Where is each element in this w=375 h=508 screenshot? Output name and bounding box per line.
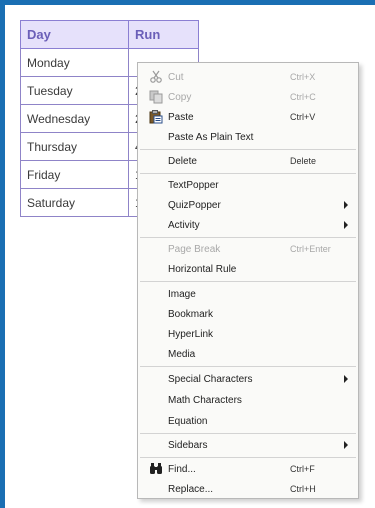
menu-item-quizpopper[interactable]: QuizPopper xyxy=(138,195,358,215)
menu-item-media[interactable]: Media xyxy=(138,344,358,364)
cell-day[interactable]: Saturday xyxy=(20,188,129,217)
menu-separator xyxy=(140,281,356,282)
submenu-arrow-icon xyxy=(344,221,348,229)
menu-item-replace[interactable]: Replace... Ctrl+H xyxy=(138,479,358,499)
submenu-arrow-icon xyxy=(344,375,348,383)
menu-item-copy[interactable]: Copy Ctrl+C xyxy=(138,87,358,107)
menu-separator xyxy=(140,149,356,150)
menu-item-shortcut: Delete xyxy=(290,156,317,166)
menu-item-hyperlink[interactable]: HyperLink xyxy=(138,324,358,344)
menu-separator xyxy=(140,237,356,238)
menu-item-label: TextPopper xyxy=(168,179,219,191)
menu-separator xyxy=(140,433,356,434)
menu-item-label: Sidebars xyxy=(168,439,208,451)
menu-item-label: Copy xyxy=(168,91,192,103)
binoculars-icon xyxy=(150,463,162,474)
menu-item-label: Math Characters xyxy=(168,394,242,406)
menu-item-label: Horizontal Rule xyxy=(168,263,237,275)
cell-day[interactable]: Wednesday xyxy=(20,104,129,133)
menu-item-shortcut: Ctrl+H xyxy=(290,484,316,494)
menu-item-equation[interactable]: Equation xyxy=(138,411,358,431)
cell-day[interactable]: Friday xyxy=(20,160,129,189)
menu-item-sidebars[interactable]: Sidebars xyxy=(138,435,358,455)
menu-item-find[interactable]: Find... Ctrl+F xyxy=(138,459,358,479)
menu-item-label: Special Characters xyxy=(168,373,253,385)
menu-item-math-characters[interactable]: Math Characters xyxy=(138,390,358,410)
menu-item-label: Image xyxy=(168,288,196,300)
menu-item-label: Bookmark xyxy=(168,308,214,320)
menu-separator xyxy=(140,173,356,174)
menu-item-activity[interactable]: Activity xyxy=(138,215,358,235)
menu-item-label: Delete xyxy=(168,155,197,167)
window-frame-top xyxy=(0,0,375,5)
menu-item-label: Paste xyxy=(168,111,194,123)
menu-item-textpopper[interactable]: TextPopper xyxy=(138,175,358,195)
cell-day[interactable]: Thursday xyxy=(20,132,129,161)
menu-item-label: Media xyxy=(168,348,196,360)
menu-item-shortcut: Ctrl+C xyxy=(290,92,316,102)
menu-item-label: Activity xyxy=(168,219,200,231)
clipboard-icon xyxy=(149,110,163,124)
menu-item-label: Page Break xyxy=(168,243,221,255)
menu-item-label: Equation xyxy=(168,415,208,427)
table-header-row: Day Run xyxy=(20,20,199,49)
menu-item-shortcut: Ctrl+Enter xyxy=(290,244,331,254)
menu-item-paste-plain-text[interactable]: Paste As Plain Text xyxy=(138,127,358,147)
menu-item-cut[interactable]: Cut Ctrl+X xyxy=(138,67,358,87)
menu-item-shortcut: Ctrl+V xyxy=(290,112,316,122)
menu-item-special-characters[interactable]: Special Characters xyxy=(138,369,358,389)
menu-item-horizontal-rule[interactable]: Horizontal Rule xyxy=(138,259,358,279)
window-frame-left xyxy=(0,0,5,508)
submenu-arrow-icon xyxy=(344,441,348,449)
header-day[interactable]: Day xyxy=(20,20,129,49)
menu-item-label: Find... xyxy=(168,463,196,475)
cell-day[interactable]: Monday xyxy=(20,48,129,77)
menu-item-delete[interactable]: Delete Delete xyxy=(138,151,358,171)
copy-icon xyxy=(149,90,163,104)
submenu-arrow-icon xyxy=(344,201,348,209)
header-run[interactable]: Run xyxy=(128,20,199,49)
menu-item-label: Cut xyxy=(168,71,184,83)
menu-item-shortcut: Ctrl+X xyxy=(290,72,316,82)
menu-item-paste[interactable]: Paste Ctrl+V xyxy=(138,107,358,127)
menu-item-label: HyperLink xyxy=(168,328,214,340)
menu-item-shortcut: Ctrl+F xyxy=(290,464,315,474)
menu-item-bookmark[interactable]: Bookmark xyxy=(138,304,358,324)
menu-separator xyxy=(140,366,356,367)
menu-item-image[interactable]: Image xyxy=(138,284,358,304)
menu-item-page-break[interactable]: Page Break Ctrl+Enter xyxy=(138,239,358,259)
menu-separator xyxy=(140,457,356,458)
cell-day[interactable]: Tuesday xyxy=(20,76,129,105)
scissors-icon xyxy=(150,70,162,83)
menu-item-label: Paste As Plain Text xyxy=(168,131,254,143)
context-menu: Cut Ctrl+X Copy Ctrl+C Paste Ctrl+V Past… xyxy=(137,62,359,499)
menu-item-label: QuizPopper xyxy=(168,199,221,211)
menu-item-label: Replace... xyxy=(168,483,214,495)
